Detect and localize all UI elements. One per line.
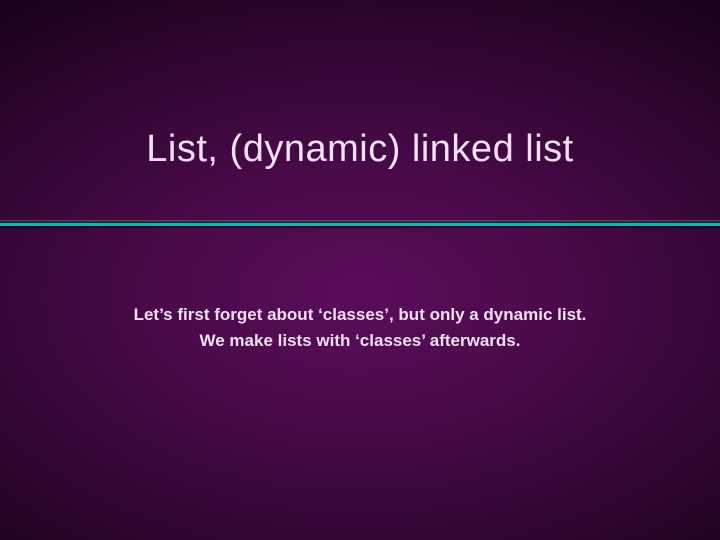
divider-line (0, 220, 720, 229)
divider-shadow (0, 226, 720, 229)
body-line-1: Let’s first forget about ‘classes’, but … (60, 302, 660, 328)
body-line-2: We make lists with ‘classes’ afterwards. (60, 328, 660, 354)
slide-title: List, (dynamic) linked list (0, 128, 720, 171)
slide-body: Let’s first forget about ‘classes’, but … (0, 302, 720, 355)
